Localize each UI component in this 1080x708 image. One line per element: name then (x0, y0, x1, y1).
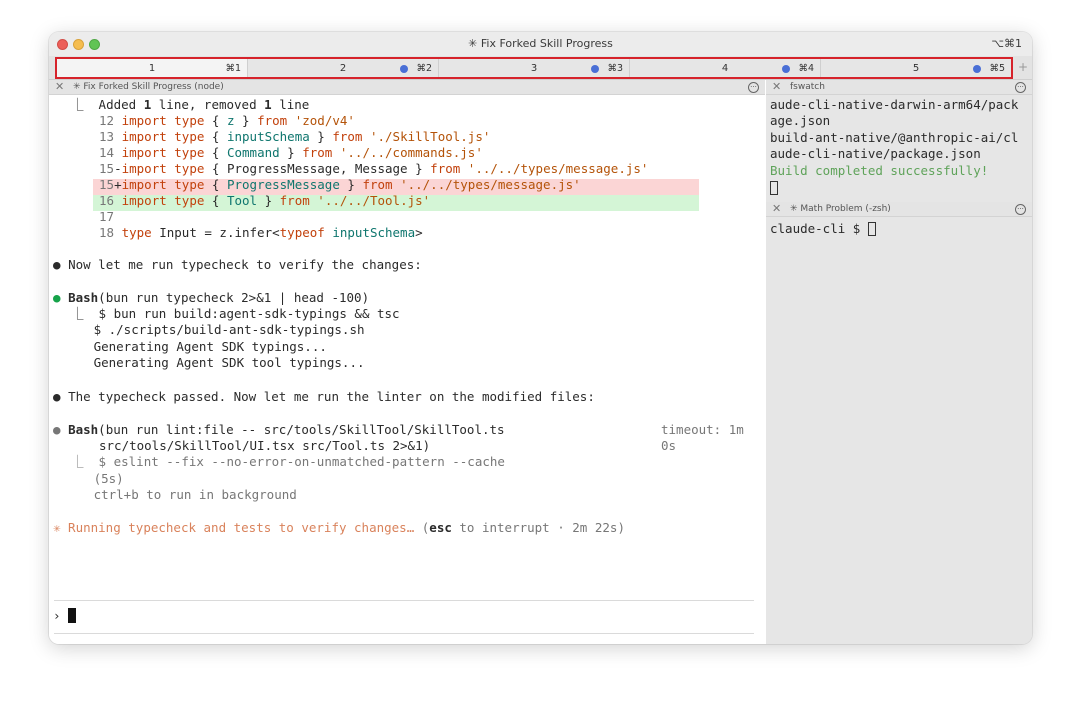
bash-call: ● Bash(bun run typecheck 2>&1 | head -10… (53, 290, 370, 305)
close-window-button[interactable] (57, 39, 68, 50)
left-terminal-pane[interactable]: ✕ ✳ Fix Forked Skill Progress (node) ···… (49, 80, 765, 644)
new-tab-button[interactable]: + (1018, 60, 1028, 74)
output-line: age.json (770, 113, 831, 128)
text-cursor (867, 222, 876, 236)
diff-line: 13 import type { inputSchema } from './S… (99, 129, 491, 144)
cursor (770, 180, 778, 196)
tab-1[interactable]: 1 ⌘1 (57, 59, 248, 77)
bash-output-line: (5s) (71, 471, 124, 486)
output-line: build-ant-native/@anthropic-ai/cl (770, 130, 1019, 145)
close-pane-icon[interactable]: ✕ (772, 80, 781, 94)
tab-5[interactable]: 5 ⌘5 (821, 59, 1011, 77)
diff-line: 12 import type { z } from 'zod/v4' (99, 113, 355, 128)
window-shortcut: ⌥⌘1 (991, 37, 1022, 50)
fswatch-pane[interactable]: aude-cli-native-darwin-arm64/pack age.js… (766, 97, 1032, 199)
tab-label: 2 (339, 63, 347, 74)
activity-dot-icon (782, 65, 790, 73)
bash-call-continued: src/tools/SkillTool/UI.tsx src/Tool.ts 2… (99, 438, 431, 453)
tab-shortcut: ⌘1 (225, 63, 241, 74)
diff-summary: ⎿ Added 1 line, removed 1 line (71, 97, 310, 112)
spinner-icon: ✳ (53, 520, 61, 535)
window-title: ✳ Fix Forked Skill Progress (468, 37, 613, 50)
pane-header: ✕ ✳ Math Problem (-zsh) ··· (766, 202, 1032, 217)
pane-title: ✳ Fix Forked Skill Progress (node) (73, 82, 224, 92)
bash-output-line: ⎿ $ eslint --fix --no-error-on-unmatched… (71, 454, 505, 469)
tab-4[interactable]: 4 ⌘4 (630, 59, 821, 77)
diff-line: 16 import type { Tool } from '../../Tool… (99, 193, 431, 208)
more-options-icon[interactable]: ··· (748, 82, 759, 93)
output-line: aude-cli-native-darwin-arm64/pack (770, 97, 1019, 112)
input-divider-bottom (54, 633, 754, 634)
close-pane-icon[interactable]: ✕ (55, 80, 64, 94)
assistant-message: ● The typecheck passed. Now let me run t… (53, 389, 595, 404)
tab-label: 4 (721, 63, 729, 74)
zsh-pane[interactable]: claude-cli $ (766, 219, 1032, 644)
diff-line: 18 type Input = z.infer<typeof inputSche… (99, 225, 423, 240)
bash-output-line: $ ./scripts/build-ant-sdk-typings.sh (71, 322, 365, 337)
tabs-highlight: 1 ⌘1 2 ⌘2 3 ⌘3 4 ⌘4 5 ⌘5 (55, 57, 1013, 79)
minimize-window-button[interactable] (73, 39, 84, 50)
diff-line-added: 15+import type { ProgressMessage } from … (99, 177, 581, 192)
assistant-message: ● Now let me run typecheck to verify the… (53, 257, 422, 272)
terminal-window: ✳ Fix Forked Skill Progress ⌥⌘1 1 ⌘1 2 ⌘… (49, 32, 1032, 644)
diff-line: 14 import type { Command } from '../../c… (99, 145, 483, 160)
tab-shortcut: ⌘2 (416, 63, 432, 74)
pane-header: ✕ ✳ Fix Forked Skill Progress (node) ··· (49, 80, 765, 95)
more-options-icon[interactable]: ··· (1015, 82, 1026, 93)
tab-bar: 1 ⌘1 2 ⌘2 3 ⌘3 4 ⌘4 5 ⌘5 + (49, 56, 1032, 80)
shell-prompt[interactable]: claude-cli $ (770, 221, 876, 237)
tab-label: 1 (148, 63, 156, 74)
activity-dot-icon (973, 65, 981, 73)
diff-line-removed: 15-import type { ProgressMessage, Messag… (99, 161, 649, 176)
more-options-icon[interactable]: ··· (1015, 204, 1026, 215)
pane-title: fswatch (790, 82, 825, 92)
bash-output-line: ⎿ $ bun run build:agent-sdk-typings && t… (71, 306, 400, 321)
background-hint: ctrl+b to run in background (71, 487, 297, 502)
timeout-label: 0s (661, 438, 677, 453)
pane-title: ✳ Math Problem (-zsh) (790, 204, 891, 214)
tab-shortcut: ⌘3 (607, 63, 623, 74)
bash-output-line: Generating Agent SDK tool typings... (71, 355, 365, 370)
status-line: ✳ Running typecheck and tests to verify … (53, 520, 625, 535)
tab-shortcut: ⌘5 (989, 63, 1005, 74)
right-pane-container: ✕ fswatch ··· aude-cli-native-darwin-arm… (766, 80, 1032, 644)
build-success-message: Build completed successfully! (770, 163, 989, 178)
bash-output-line: Generating Agent SDK typings... (71, 339, 327, 354)
bash-call: ● Bash(bun run lint:file -- src/tools/Sk… (53, 422, 505, 437)
zoom-window-button[interactable] (89, 39, 100, 50)
activity-dot-icon (591, 65, 599, 73)
close-pane-icon[interactable]: ✕ (772, 202, 781, 216)
tab-shortcut: ⌘4 (798, 63, 814, 74)
timeout-label: timeout: 1m (661, 422, 744, 437)
diff-line: 17 (99, 209, 115, 224)
output-line: aude-cli-native/package.json (770, 146, 981, 161)
title-bar: ✳ Fix Forked Skill Progress ⌥⌘1 (49, 32, 1032, 56)
tab-2[interactable]: 2 ⌘2 (248, 59, 439, 77)
tab-label: 3 (530, 63, 538, 74)
activity-dot-icon (400, 65, 408, 73)
tab-3[interactable]: 3 ⌘3 (439, 59, 630, 77)
prompt-input[interactable]: › (53, 608, 77, 624)
text-cursor (68, 608, 77, 623)
pane-header: ✕ fswatch ··· (766, 80, 1032, 95)
tab-label: 5 (912, 63, 920, 74)
input-divider-top (54, 600, 754, 601)
